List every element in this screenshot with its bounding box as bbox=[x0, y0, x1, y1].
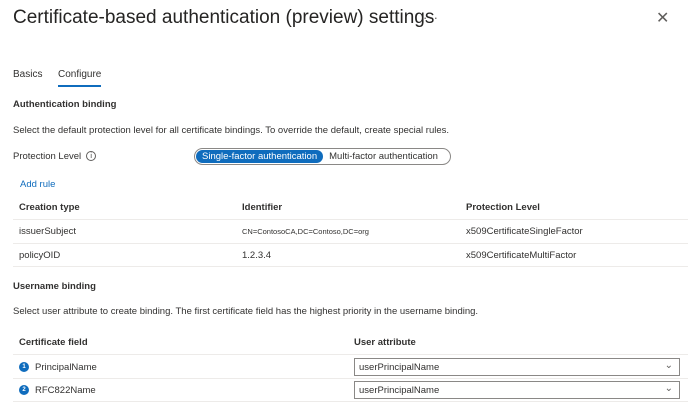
more-options-icon[interactable]: ··· bbox=[423, 10, 439, 25]
divider bbox=[13, 243, 688, 244]
user-attribute-dropdown[interactable]: userPrincipalName ⌄ bbox=[354, 381, 680, 399]
tab-configure[interactable]: Configure bbox=[58, 69, 102, 87]
username-binding-description: Select user attribute to create binding.… bbox=[13, 306, 479, 317]
col-creation-type: Creation type bbox=[19, 202, 80, 213]
add-rule-link[interactable]: Add rule bbox=[20, 179, 55, 190]
dropdown-value: userPrincipalName bbox=[359, 362, 440, 373]
divider bbox=[13, 266, 688, 267]
col-user-attribute: User attribute bbox=[354, 337, 416, 348]
priority-badge: 2 bbox=[19, 385, 29, 396]
option-multi-factor[interactable]: Multi-factor authentication bbox=[323, 150, 444, 163]
priority-badge: 1 bbox=[19, 362, 29, 373]
protection-level-toggle[interactable]: Single-factor authentication Multi-facto… bbox=[194, 148, 451, 165]
field-name: PrincipalName bbox=[35, 362, 97, 373]
rule-type: issuerSubject bbox=[19, 226, 77, 237]
close-icon[interactable]: ✕ bbox=[656, 8, 669, 28]
divider bbox=[13, 354, 688, 355]
rule-identifier: 1.2.3.4 bbox=[242, 250, 272, 261]
protection-level-label: Protection Level i bbox=[13, 151, 97, 162]
rule-level: x509CertificateMultiFactor bbox=[466, 250, 577, 261]
rule-type: policyOID bbox=[19, 250, 61, 261]
field-name: RFC822Name bbox=[35, 385, 96, 396]
rule-level: x509CertificateSingleFactor bbox=[466, 226, 583, 237]
divider bbox=[13, 219, 688, 220]
dropdown-value: userPrincipalName bbox=[359, 385, 440, 396]
tab-basics[interactable]: Basics bbox=[13, 69, 42, 80]
rule-identifier: CN=ContosoCA,DC=Contoso,DC=org bbox=[242, 227, 369, 236]
option-single-factor[interactable]: Single-factor authentication bbox=[196, 150, 324, 163]
divider bbox=[13, 378, 688, 379]
chevron-down-icon: ⌄ bbox=[664, 360, 673, 371]
username-binding-heading: Username binding bbox=[13, 281, 96, 292]
chevron-down-icon: ⌄ bbox=[664, 383, 673, 394]
certificate-field: 1 PrincipalName bbox=[19, 362, 97, 373]
auth-binding-heading: Authentication binding bbox=[13, 99, 117, 110]
info-icon[interactable]: i bbox=[86, 151, 97, 162]
col-certificate-field: Certificate field bbox=[19, 337, 88, 348]
divider bbox=[13, 401, 688, 402]
col-protection-level: Protection Level bbox=[466, 202, 540, 213]
auth-binding-description: Select the default protection level for … bbox=[13, 125, 450, 136]
col-identifier: Identifier bbox=[242, 202, 283, 213]
protection-level-text: Protection Level bbox=[13, 151, 82, 162]
panel-title: Certificate-based authentication (previe… bbox=[13, 7, 435, 28]
certificate-field: 2 RFC822Name bbox=[19, 385, 96, 396]
user-attribute-dropdown[interactable]: userPrincipalName ⌄ bbox=[354, 358, 680, 376]
